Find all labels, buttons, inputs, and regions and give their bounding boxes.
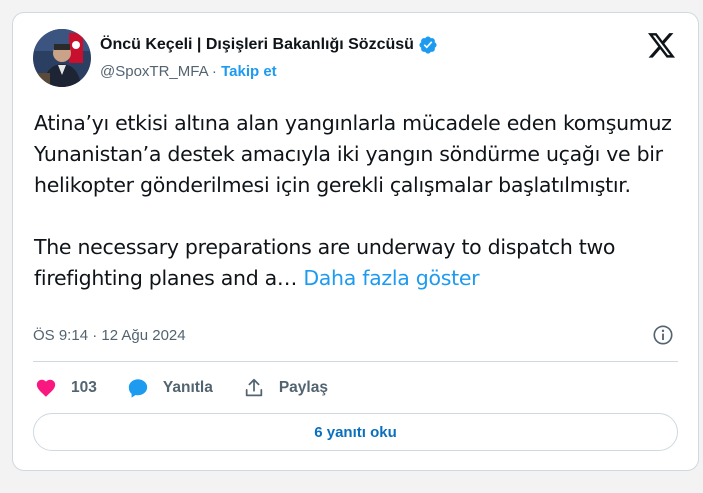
handle-separator: · [207,63,222,80]
divider [33,361,678,362]
read-replies-button[interactable]: 6 yanıtı oku [33,413,678,451]
heart-icon [36,379,56,397]
x-logo-icon[interactable] [648,33,676,59]
show-more-link[interactable]: Daha fazla göster [303,266,479,290]
author-handle[interactable]: @SpoxTR_MFA [100,63,208,80]
follow-button[interactable]: Takip et [221,63,277,80]
author-name-row[interactable]: Öncü Keçeli | Dışişleri Bakanlığı Sözcüs… [100,35,438,55]
tweet-text: Atina’yı etkisi altına alan yangınlarla … [34,108,684,294]
tweet-timestamp[interactable]: ÖS 9:14 · 12 Ağu 2024 [33,327,186,344]
reply-bubble-icon [128,379,148,398]
author-display-name[interactable]: Öncü Keçeli | Dışişleri Bakanlığı Sözcüs… [100,36,414,54]
author-handle-row: @SpoxTR_MFA · Takip et [100,63,277,80]
reply-label: Yanıtla [162,379,213,396]
action-bar: 103 Yanıtla Paylaş [35,375,358,401]
avatar[interactable] [33,29,91,87]
reply-button[interactable]: Yanıtla [127,377,213,399]
tweet-paragraph-turkish: Atina’yı etkisi altına alan yangınlarla … [34,111,672,197]
verified-badge-icon [419,36,437,54]
share-icon [245,378,263,397]
like-button[interactable]: 103 [35,377,97,399]
info-icon[interactable] [652,324,674,346]
share-button[interactable]: Paylaş [243,377,328,399]
tweet-card: Öncü Keçeli | Dışişleri Bakanlığı Sözcüs… [12,12,699,471]
like-count: 103 [71,379,97,396]
share-label: Paylaş [278,379,328,396]
tweet-paragraph-english: The necessary preparations are underway … [34,232,684,294]
